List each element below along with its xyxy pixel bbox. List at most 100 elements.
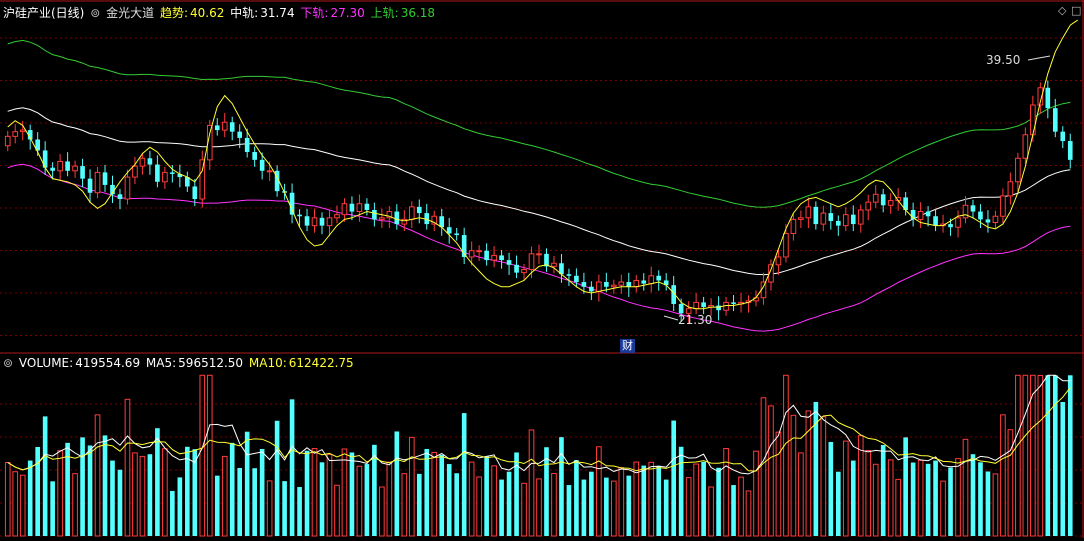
volume-bar-up bbox=[865, 450, 872, 537]
ma10-label: MA10: bbox=[248, 356, 287, 370]
candle-body-up bbox=[917, 211, 924, 220]
candle-body-down bbox=[499, 255, 504, 261]
volume-bar-up bbox=[775, 431, 782, 537]
candle-body-up bbox=[139, 157, 146, 167]
chevron-down-icon[interactable]: ⊚ bbox=[3, 356, 13, 370]
volume-bar-down bbox=[978, 462, 983, 536]
volume-bar-up bbox=[162, 448, 168, 537]
candle-body-up bbox=[992, 215, 999, 224]
lower-value: 27.30 bbox=[330, 6, 365, 20]
candle-body-down bbox=[828, 213, 834, 221]
volume-bar-up bbox=[132, 452, 138, 537]
candle-body-down bbox=[484, 250, 489, 261]
volume-bar-down bbox=[701, 461, 706, 536]
upper-label: 上轨: bbox=[370, 6, 399, 20]
volume-bar-up bbox=[72, 473, 78, 537]
volume-value: 419554.69 bbox=[75, 356, 141, 370]
volume-bar-down bbox=[835, 471, 841, 536]
candle-body-down bbox=[948, 224, 953, 228]
volume-bar-up bbox=[745, 490, 752, 537]
volume-bar-down bbox=[297, 487, 302, 536]
candle-body-up bbox=[790, 218, 797, 234]
low-annotation: 21.30 bbox=[678, 313, 712, 327]
volume-bar-down bbox=[185, 446, 190, 536]
candle-body-up bbox=[4, 135, 11, 147]
candle-body-down bbox=[237, 131, 243, 138]
candle-body-down bbox=[319, 217, 325, 226]
volume-bar-up bbox=[379, 486, 385, 537]
close-icon[interactable]: □ bbox=[1071, 4, 1081, 17]
candle-body-up bbox=[857, 209, 864, 225]
volume-bar-down bbox=[506, 471, 512, 536]
volume-bar-down bbox=[678, 446, 684, 536]
candle-body-up bbox=[611, 284, 617, 288]
volume-bar-down bbox=[424, 448, 430, 536]
volume-bar-up bbox=[536, 478, 542, 537]
candle-body-down bbox=[656, 275, 662, 281]
volume-bar-down bbox=[319, 462, 325, 536]
candle-body-up bbox=[955, 217, 961, 228]
volume-bar-up bbox=[940, 480, 946, 537]
candle-body-up bbox=[341, 203, 348, 216]
candle-body-down bbox=[170, 172, 175, 174]
volume-bar-down bbox=[80, 437, 85, 536]
ma5-label: MA5: bbox=[145, 356, 177, 370]
volume-bar-down bbox=[970, 454, 976, 536]
volume-bar-up bbox=[1000, 414, 1006, 537]
candle-body-down bbox=[1045, 87, 1051, 109]
volume-bar-down bbox=[27, 460, 33, 536]
candle-body-down bbox=[297, 214, 302, 217]
ma10-value: 612422.75 bbox=[288, 356, 354, 370]
candle-body-up bbox=[132, 165, 138, 178]
candle-body-down bbox=[80, 166, 85, 179]
indicator-name[interactable]: 金光大道 bbox=[106, 6, 154, 20]
low-annotation-value: 21.30 bbox=[678, 313, 713, 327]
candle-body-down bbox=[933, 216, 938, 226]
stock-name[interactable]: 沪硅产业(日线) bbox=[3, 6, 84, 20]
volume-bar-down bbox=[626, 475, 632, 536]
volume-label: VOLUME: bbox=[18, 356, 74, 370]
candle-body-up bbox=[648, 275, 655, 285]
candle-body-up bbox=[1007, 181, 1014, 197]
candle-body-up bbox=[468, 250, 475, 258]
volume-bar-down bbox=[948, 467, 953, 536]
volume-bar-down bbox=[933, 460, 938, 536]
price-toggle-icon[interactable]: ⊚ bbox=[90, 6, 100, 20]
stock-chart[interactable] bbox=[0, 0, 1084, 538]
volume-bar-down bbox=[641, 465, 647, 536]
candle-body-up bbox=[887, 200, 894, 206]
candle-body-down bbox=[678, 303, 684, 314]
volume-bar-up bbox=[431, 451, 438, 537]
candle-body-up bbox=[1000, 195, 1006, 217]
finance-marker[interactable]: 财 bbox=[620, 339, 635, 353]
candle-body-down bbox=[364, 203, 370, 210]
volume-bar-up bbox=[551, 472, 557, 537]
candle-body-down bbox=[1060, 131, 1066, 142]
volume-bar-down bbox=[1060, 401, 1066, 536]
volume-bar-up bbox=[468, 461, 475, 537]
finance-marker-text: 财 bbox=[622, 339, 633, 352]
volume-bar-down bbox=[454, 473, 460, 536]
candle-body-up bbox=[693, 301, 699, 310]
lower-label: 下轨: bbox=[300, 6, 329, 20]
candle-body-down bbox=[454, 233, 460, 236]
volume-bar-up bbox=[4, 462, 11, 537]
candle-body-up bbox=[1022, 134, 1029, 159]
volume-bar-down bbox=[1045, 375, 1051, 536]
volume-bar-up bbox=[872, 463, 879, 537]
diamond-icon[interactable]: ◇ bbox=[1058, 4, 1066, 17]
candle-body-up bbox=[1030, 104, 1036, 136]
candle-body-down bbox=[978, 211, 983, 220]
candle-body-down bbox=[626, 282, 632, 287]
candle-body-down bbox=[506, 260, 512, 265]
volume-bar-up bbox=[753, 450, 759, 537]
candle-body-up bbox=[805, 206, 812, 219]
candle-body-up bbox=[962, 204, 969, 219]
volume-bar-up bbox=[693, 463, 699, 537]
candle-body-down bbox=[289, 192, 295, 215]
candle-body-down bbox=[259, 159, 265, 171]
candle-body-up bbox=[820, 212, 827, 225]
candle-body-up bbox=[476, 250, 482, 253]
candle-body-up bbox=[536, 253, 542, 256]
candle-body-up bbox=[872, 193, 879, 203]
